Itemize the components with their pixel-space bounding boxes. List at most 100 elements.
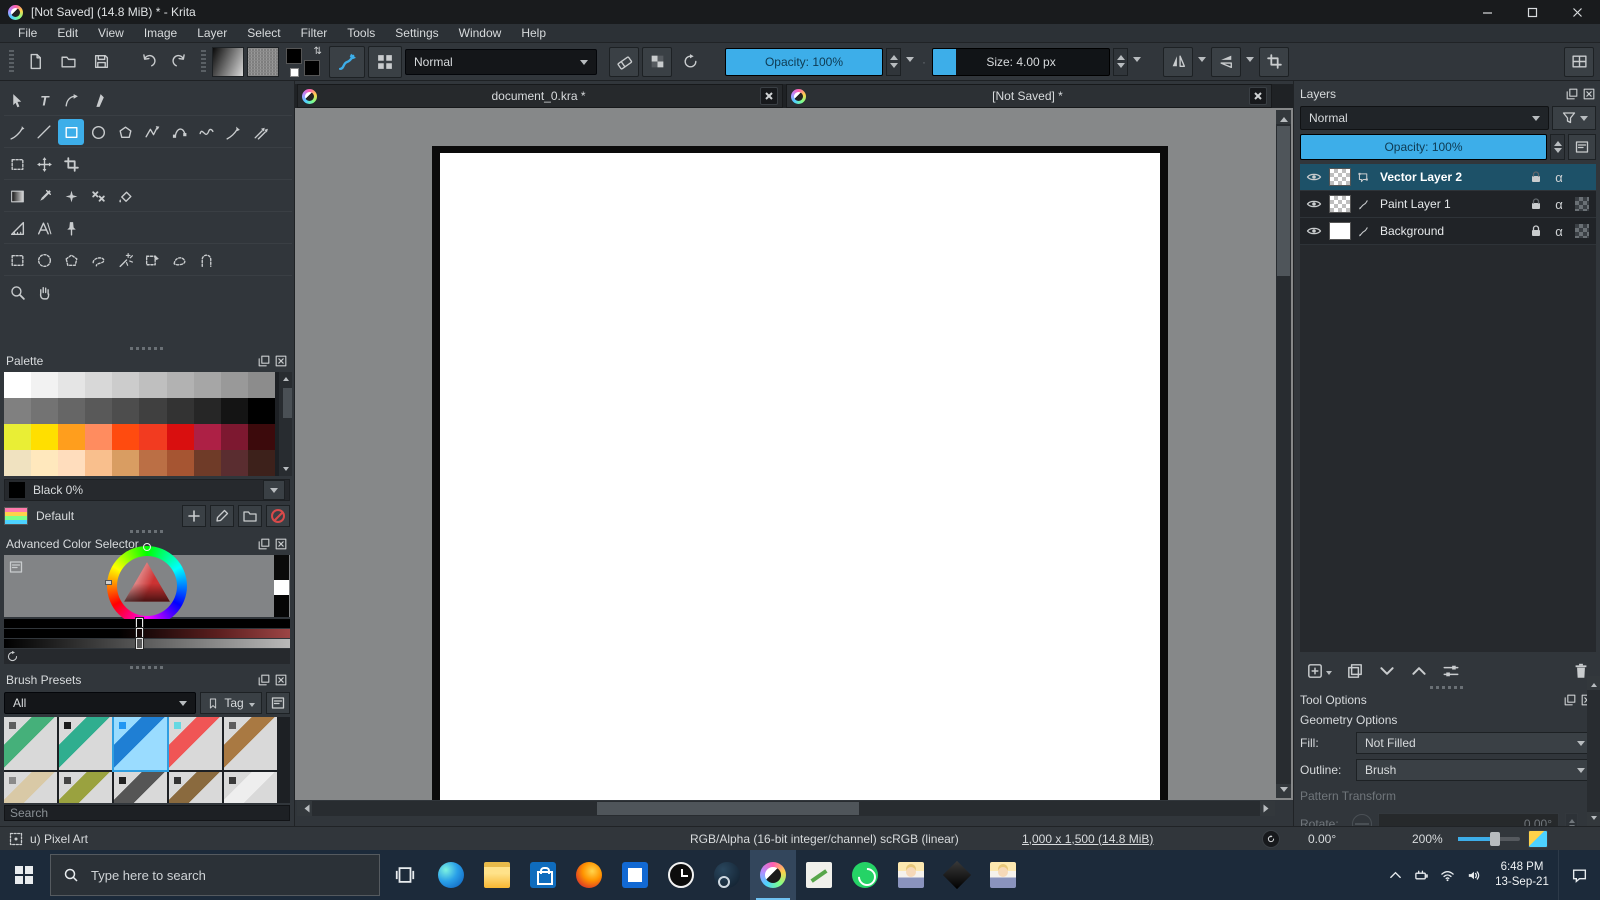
palette-swatch[interactable] [85,398,113,424]
palette-file-icon[interactable] [4,507,28,525]
tool-options-header[interactable]: Tool Options [1300,691,1594,709]
taskbar-app-edge[interactable] [428,850,474,900]
select-elliptical-tool[interactable] [31,247,57,273]
bezier-curve-tool[interactable] [166,119,192,145]
palette-swatch[interactable] [31,372,59,398]
palette-grid[interactable] [4,372,292,476]
float-docker-icon[interactable] [1563,693,1577,707]
palette-swatch[interactable] [166,372,194,398]
palette-swatch[interactable] [112,424,140,450]
palette-swatch[interactable] [166,398,194,424]
size-spinner[interactable] [1113,47,1128,76]
scroll-up-arrow[interactable] [1276,110,1291,124]
size-options-caret[interactable] [1131,48,1143,76]
save-palette-button[interactable] [238,505,262,527]
document-size-status[interactable]: 1,000 x 1,500 (14.8 MiB) [1022,832,1153,846]
foreground-color-swatch[interactable] [286,47,302,64]
select-magic-wand-tool[interactable] [112,247,138,273]
menu-file[interactable]: File [8,24,47,43]
palette-swatch[interactable] [58,450,86,476]
document-canvas[interactable] [432,146,1168,800]
canvas-rotation-reset[interactable] [1262,829,1280,848]
taskbar-clock[interactable]: 6:48 PM 13-Sep-21 [1486,860,1558,890]
taskbar-app-inkscape[interactable] [934,850,980,900]
taskbar-app-steam[interactable] [704,850,750,900]
brush-preset-texture-stamp-green[interactable] [4,717,57,770]
pattern-chooser[interactable] [247,46,279,77]
brush-presets-header[interactable]: Brush Presets [0,671,294,689]
palette-swatch[interactable] [139,398,167,424]
palette-swatch[interactable] [4,372,32,398]
palette-swatch[interactable] [112,450,140,476]
layer-properties-button[interactable] [1442,662,1460,680]
palette-swatch[interactable] [139,450,167,476]
close-docker-icon[interactable] [274,537,288,551]
shade-strips[interactable] [274,555,289,617]
opacity-options-caret[interactable] [904,48,916,76]
layer-visibility-toggle[interactable] [1302,196,1326,212]
float-docker-icon[interactable] [257,673,271,687]
layer-thumbnail[interactable] [1329,168,1351,186]
freehand-path-tool[interactable] [193,119,219,145]
palette-swatch[interactable] [139,372,167,398]
close-button[interactable] [1555,0,1600,24]
palette-swatch[interactable] [85,450,113,476]
tag-button[interactable]: Tag [200,692,262,714]
swap-colors-icon[interactable]: ⇅ [314,46,322,57]
hue-ring[interactable] [105,543,187,626]
tool-options-handle[interactable] [1294,684,1600,691]
layer-visibility-toggle[interactable] [1302,169,1326,185]
palette-swatch[interactable] [85,372,113,398]
close-docker-icon[interactable] [1582,87,1596,101]
search-input[interactable] [89,866,329,884]
shade-bar[interactable] [4,617,290,630]
float-docker-icon[interactable] [1565,87,1579,101]
undo-button[interactable] [132,47,162,77]
fill-tool[interactable] [112,183,138,209]
freehand-brush-tool[interactable] [4,119,30,145]
tab-close-button[interactable] [1249,87,1267,105]
transform-tool[interactable] [4,151,30,177]
line-tool[interactable] [31,119,57,145]
new-document-button[interactable] [20,47,50,77]
select-magnetic-tool[interactable] [193,247,219,273]
acs-docker-handle[interactable] [0,528,294,535]
volume-icon[interactable] [1460,850,1486,900]
fill-select[interactable]: Not Filled [1356,732,1594,754]
toolbar-handle[interactable] [9,49,14,74]
brush-preset-crayon-teal-black[interactable] [59,717,112,770]
layer-visibility-toggle[interactable] [1302,223,1326,239]
brush-presets-popup-button[interactable] [368,45,402,78]
palette-swatch[interactable] [58,398,86,424]
layer-opacity-spinner[interactable] [1550,134,1565,160]
brush-preset-pencil-white[interactable] [224,772,277,803]
palette-docker-handle[interactable] [0,345,294,352]
edit-palette-button[interactable] [210,505,234,527]
scroll-up-arrow[interactable] [1587,676,1600,690]
menu-view[interactable]: View [88,24,134,43]
palette-swatch[interactable] [220,398,248,424]
selected-color-row[interactable]: Black 0% [4,479,290,501]
dynamic-brush-tool[interactable] [220,119,246,145]
menu-layer[interactable]: Layer [187,24,237,43]
alpha-lock-toggle[interactable]: α [1548,170,1570,185]
palette-scrollbar[interactable] [279,372,292,476]
add-color-button[interactable] [182,505,206,527]
layer-thumbnail[interactable] [1329,195,1351,213]
scroll-right-arrow[interactable] [1260,801,1275,816]
move-layer-up-button[interactable] [1410,662,1428,680]
brush-preset-grid[interactable] [4,717,290,803]
vertical-scrollbar[interactable] [1276,110,1291,798]
select-similar-color-tool[interactable] [139,247,165,273]
gradient-tool[interactable] [4,183,30,209]
add-layer-button[interactable] [1306,662,1332,680]
maximize-button[interactable] [1510,0,1555,24]
background-color-swatch[interactable] [304,59,320,76]
palette-swatch[interactable] [193,398,221,424]
taskbar-app-clock-app[interactable] [658,850,704,900]
wifi-icon[interactable] [1434,850,1460,900]
layer-view-options-button[interactable] [1568,134,1596,160]
alpha-lock-toggle[interactable]: α [1548,197,1570,212]
taskbar-app-file-explorer[interactable] [474,850,520,900]
battery-icon[interactable] [1408,850,1434,900]
